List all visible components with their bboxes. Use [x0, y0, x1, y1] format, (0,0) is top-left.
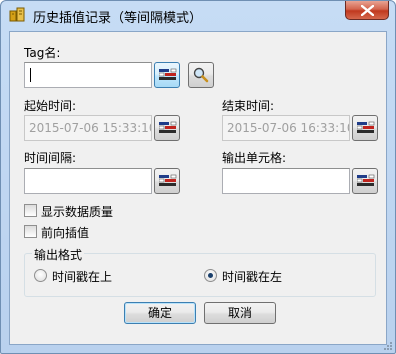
interval-input[interactable]	[24, 168, 152, 194]
timestamp-top-radio[interactable]	[34, 269, 47, 282]
output-cell-input[interactable]	[222, 168, 350, 194]
cell-picker-icon	[159, 68, 177, 80]
timestamp-left-label[interactable]: 时间戳在左	[222, 268, 282, 285]
tag-picker-button[interactable]	[154, 62, 180, 88]
end-time-input[interactable]: 2015-07-06 16:33:10	[222, 115, 350, 141]
ok-button[interactable]: 确定	[124, 302, 196, 324]
close-icon	[361, 5, 374, 16]
start-time-picker-button[interactable]	[154, 115, 180, 141]
end-time-picker-button[interactable]	[352, 115, 378, 141]
search-icon	[193, 67, 209, 83]
resize-grip-icon[interactable]	[383, 341, 393, 351]
window-title: 历史插值记录（等间隔模式）	[33, 11, 203, 26]
timestamp-top-label[interactable]: 时间戳在上	[52, 268, 112, 285]
text-caret	[30, 68, 31, 82]
end-time-label: 结束时间:	[222, 99, 275, 113]
start-time-label: 起始时间:	[24, 99, 77, 113]
cell-picker-icon	[159, 121, 177, 133]
tag-name-input[interactable]	[24, 62, 152, 88]
title-bar[interactable]: 历史插值记录（等间隔模式）	[1, 1, 395, 29]
interval-picker-button[interactable]	[154, 168, 180, 194]
cancel-button[interactable]: 取消	[204, 302, 276, 324]
dialog-body: Tag名: 起始时间: 2015-07-06 15:33:10 结束时间: 20…	[9, 31, 387, 345]
interval-label: 时间间隔:	[24, 151, 77, 165]
show-quality-checkbox[interactable]	[24, 204, 37, 217]
cell-picker-icon	[357, 174, 375, 186]
output-cell-label: 输出单元格:	[222, 151, 287, 165]
forward-interp-label[interactable]: 前向插值	[41, 224, 89, 241]
dialog-window: 历史插值记录（等间隔模式） Tag名: 起始时间: 2015-07-06 15:…	[0, 0, 396, 354]
app-icon	[9, 7, 25, 22]
radio-selected-dot	[208, 273, 213, 278]
close-button[interactable]	[345, 1, 389, 20]
tag-search-button[interactable]	[188, 62, 214, 88]
cell-picker-icon	[159, 174, 177, 186]
forward-interp-checkbox[interactable]	[24, 225, 37, 238]
show-quality-label[interactable]: 显示数据质量	[41, 203, 113, 220]
output-format-title: 输出格式	[32, 246, 85, 263]
tag-name-label: Tag名:	[24, 46, 61, 60]
start-time-input[interactable]: 2015-07-06 15:33:10	[24, 115, 152, 141]
timestamp-left-radio[interactable]	[204, 269, 217, 282]
cell-picker-icon	[357, 121, 375, 133]
output-cell-picker-button[interactable]	[352, 168, 378, 194]
